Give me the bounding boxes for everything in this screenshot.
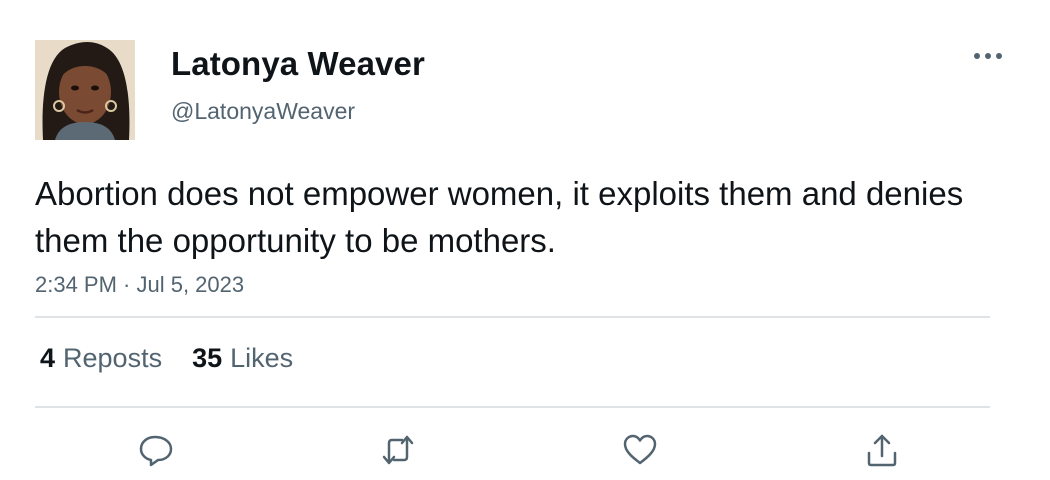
reply-icon <box>139 435 173 467</box>
likes-count: 35 <box>192 343 223 373</box>
tweet-timestamp[interactable]: 2:34 PM · Jul 5, 2023 <box>35 272 244 298</box>
likes-stat[interactable]: 35 Likes <box>192 343 293 374</box>
tweet-card: Latonya Weaver @LatonyaWeaver Abortion d… <box>0 0 1050 480</box>
reply-button[interactable] <box>136 430 176 470</box>
divider-top <box>35 316 990 318</box>
share-icon <box>867 434 897 467</box>
author-handle[interactable]: @LatonyaWeaver <box>171 98 355 125</box>
engagement-stats: 4 Reposts 35 Likes <box>40 343 293 374</box>
author-display-name[interactable]: Latonya Weaver <box>171 45 425 83</box>
reposts-stat[interactable]: 4 Reposts <box>40 343 162 374</box>
avatar[interactable] <box>35 40 135 140</box>
like-icon <box>623 434 657 465</box>
share-button[interactable] <box>862 430 902 470</box>
more-options-button[interactable] <box>966 42 1010 70</box>
repost-icon <box>382 435 414 465</box>
tweet-text: Abortion does not empower women, it expl… <box>35 175 964 259</box>
repost-button[interactable] <box>378 430 418 470</box>
like-button[interactable] <box>620 430 660 470</box>
reposts-label: Reposts <box>63 343 163 373</box>
likes-label: Likes <box>230 343 294 373</box>
avatar-image <box>35 40 135 140</box>
more-dots-icon <box>974 53 1002 59</box>
divider-bottom <box>35 406 990 408</box>
reposts-count: 4 <box>40 343 56 373</box>
